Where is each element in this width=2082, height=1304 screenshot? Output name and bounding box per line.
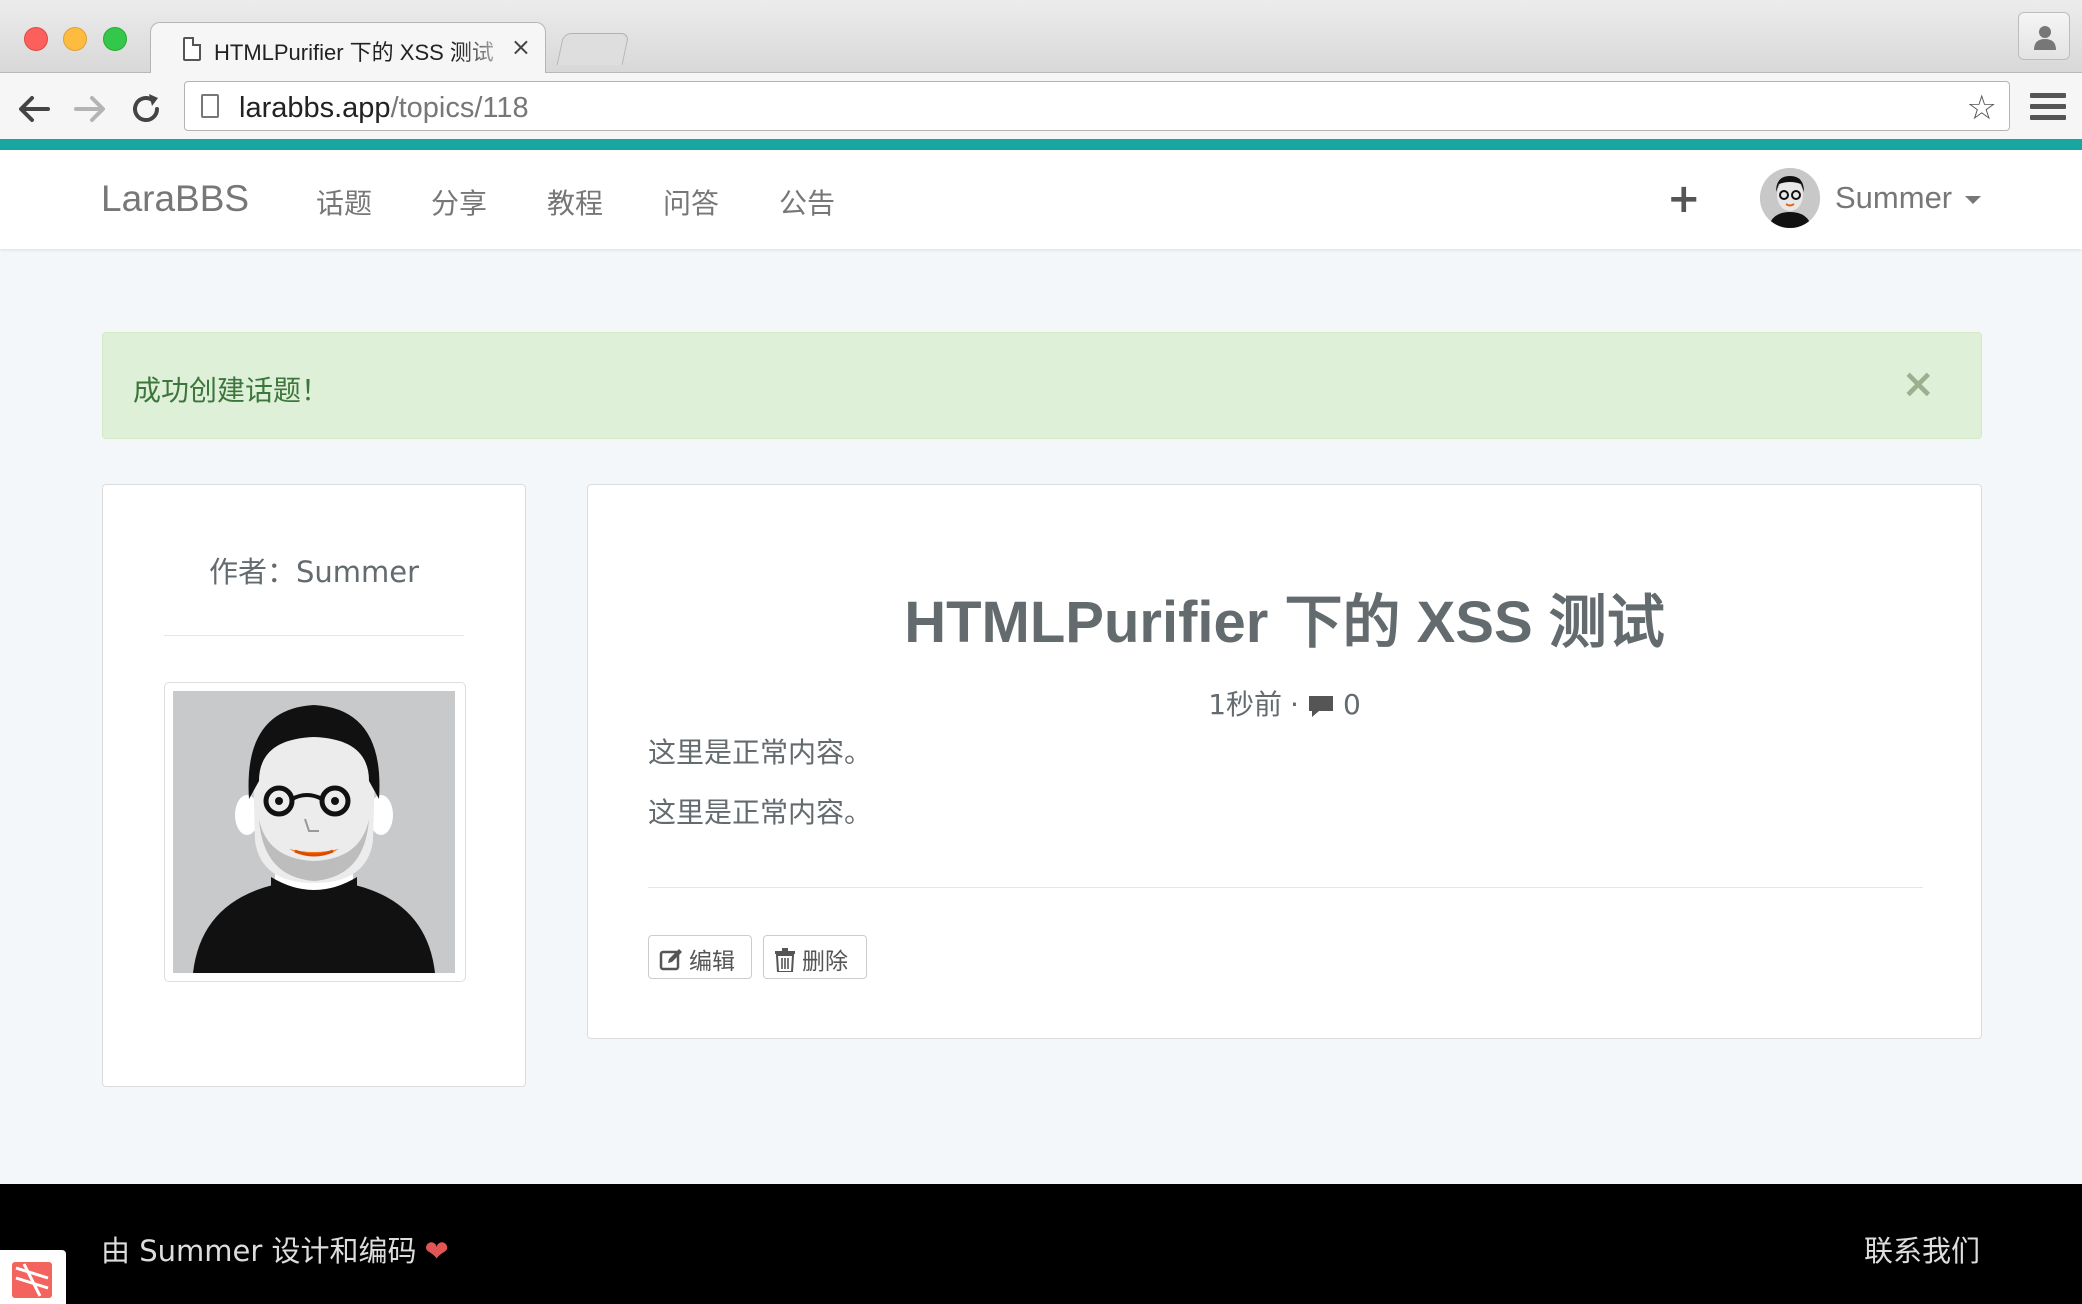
trash-icon bbox=[775, 948, 795, 972]
reload-icon bbox=[133, 94, 159, 122]
author-avatar[interactable] bbox=[164, 682, 466, 982]
window-minimize-button[interactable] bbox=[63, 27, 87, 51]
window-zoom-button[interactable] bbox=[103, 27, 127, 51]
comment-icon bbox=[1308, 696, 1333, 717]
author-avatar-image bbox=[173, 691, 455, 973]
heart-icon: ❤ bbox=[424, 1234, 449, 1268]
site-navbar: LaraBBS 话题 分享 教程 问答 公告 + Summer bbox=[0, 150, 2082, 249]
nav-link-topics[interactable]: 话题 bbox=[316, 182, 372, 222]
topic-paragraph: 这里是正常内容。 bbox=[648, 796, 873, 829]
browser-menu-button[interactable] bbox=[2030, 93, 2066, 123]
arrow-left-icon bbox=[19, 96, 50, 122]
browser-tab-strip: HTMLPurifier 下的 XSS 测试 × bbox=[0, 0, 2082, 74]
topic-panel: HTMLPurifier 下的 XSS 测试 1秒前 · 0 这里是正常内容。 这里… bbox=[587, 484, 1982, 1039]
laravel-logo-icon bbox=[12, 1262, 52, 1298]
nav-link-announcements[interactable]: 公告 bbox=[779, 182, 835, 222]
browser-profile-button[interactable] bbox=[2018, 12, 2070, 60]
author-label: 作者：Summer bbox=[208, 555, 420, 589]
user-avatar[interactable] bbox=[1760, 168, 1820, 228]
edit-icon bbox=[659, 949, 682, 971]
user-menu-name[interactable]: Summer bbox=[1835, 180, 1952, 216]
success-alert: 成功创建话题！ × bbox=[102, 332, 1982, 439]
topic-time: 1秒前 bbox=[1208, 688, 1283, 721]
new-tab-button[interactable] bbox=[556, 33, 630, 65]
tab-title: HTMLPurifier 下的 XSS 测试 bbox=[214, 40, 494, 65]
site-footer: 由 Summer 设计和编码 ❤ 联系我们 bbox=[0, 1184, 2082, 1304]
topic-meta: 1秒前 · 0 bbox=[588, 683, 1981, 723]
caret-down-icon[interactable] bbox=[1965, 196, 1981, 204]
edit-button-label: 编辑 bbox=[689, 949, 735, 975]
laravel-debug-badge[interactable] bbox=[0, 1250, 66, 1304]
nav-link-qa[interactable]: 问答 bbox=[663, 182, 719, 222]
browser-toolbar: larabbs.app/topics/118 ☆ bbox=[0, 73, 2082, 139]
footer-contact-link[interactable]: 联系我们 bbox=[1864, 1228, 1980, 1270]
delete-button-label: 删除 bbox=[802, 949, 848, 975]
forward-button[interactable] bbox=[72, 91, 108, 127]
back-button[interactable] bbox=[16, 91, 52, 127]
reload-button[interactable] bbox=[128, 91, 164, 127]
person-icon bbox=[2034, 26, 2056, 50]
address-url[interactable]: larabbs.app/topics/118 bbox=[239, 92, 529, 125]
page-icon bbox=[201, 94, 219, 118]
meta-separator: · bbox=[1290, 688, 1299, 721]
footer-credit-text: 由 Summer 设计和编码 bbox=[101, 1234, 417, 1268]
divider bbox=[648, 887, 1923, 888]
nav-link-share[interactable]: 分享 bbox=[431, 182, 487, 222]
author-panel: 作者：Summer bbox=[102, 484, 526, 1087]
delete-button[interactable]: 删除 bbox=[763, 935, 867, 979]
divider bbox=[164, 635, 464, 636]
alert-message: 成功创建话题！ bbox=[133, 374, 330, 407]
window-close-button[interactable] bbox=[24, 27, 48, 51]
page-icon bbox=[183, 37, 201, 61]
reply-count: 0 bbox=[1342, 688, 1361, 721]
arrow-right-icon bbox=[74, 96, 105, 122]
footer-credit: 由 Summer 设计和编码 ❤ bbox=[101, 1228, 449, 1270]
bookmark-star-icon[interactable]: ☆ bbox=[1967, 88, 1997, 128]
address-bar[interactable]: larabbs.app/topics/118 ☆ bbox=[184, 81, 2010, 131]
topic-body: 这里是正常内容。 这里是正常内容。 bbox=[648, 733, 872, 853]
alert-close-icon[interactable]: × bbox=[1901, 361, 1935, 407]
site-brand[interactable]: LaraBBS bbox=[101, 178, 249, 220]
topic-title: HTMLPurifier 下的 XSS 测试 bbox=[904, 590, 1665, 655]
nav-link-tutorials[interactable]: 教程 bbox=[547, 182, 603, 222]
topic-paragraph: 这里是正常内容。 bbox=[648, 736, 873, 769]
create-topic-plus-icon[interactable]: + bbox=[1667, 176, 1701, 222]
navbar-accent-border bbox=[0, 139, 2082, 150]
browser-tab-active[interactable]: HTMLPurifier 下的 XSS 测试 × bbox=[150, 22, 546, 74]
edit-button[interactable]: 编辑 bbox=[648, 935, 752, 979]
tab-close-icon[interactable]: × bbox=[511, 33, 531, 61]
